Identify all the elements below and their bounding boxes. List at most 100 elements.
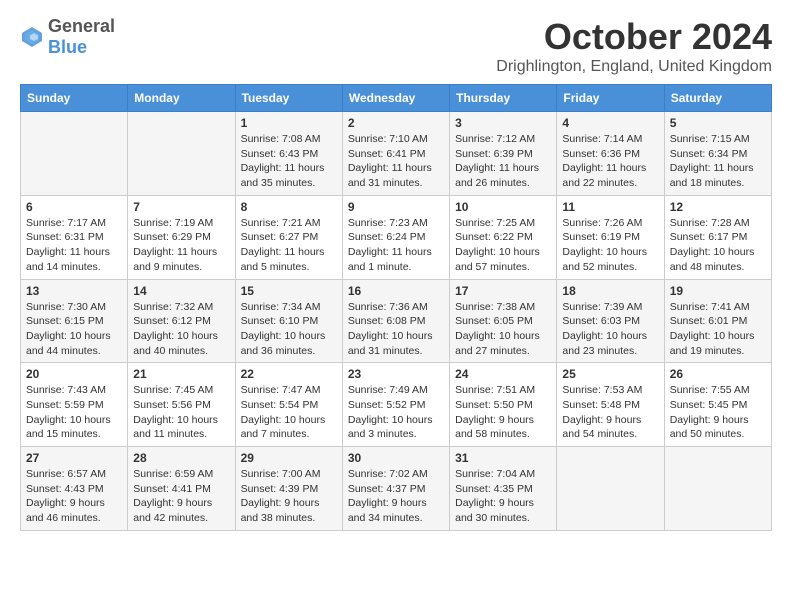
cell-content: Sunrise: 7:47 AM Sunset: 5:54 PM Dayligh… [241,383,337,442]
title-area: October 2024 Drighlington, England, Unit… [496,16,772,76]
cell-content: Sunrise: 7:00 AM Sunset: 4:39 PM Dayligh… [241,467,337,526]
cell-content: Sunrise: 7:26 AM Sunset: 6:19 PM Dayligh… [562,216,658,275]
day-number: 14 [133,284,229,298]
logo-blue-text: Blue [48,37,87,57]
calendar-week-3: 13 Sunrise: 7:30 AM Sunset: 6:15 PM Dayli… [21,279,772,363]
calendar-cell: 13 Sunrise: 7:30 AM Sunset: 6:15 PM Dayli… [21,279,128,363]
day-number: 29 [241,451,337,465]
cell-content: Sunrise: 7:51 AM Sunset: 5:50 PM Dayligh… [455,383,551,442]
calendar-cell: 14 Sunrise: 7:32 AM Sunset: 6:12 PM Dayli… [128,279,235,363]
cell-content: Sunrise: 7:12 AM Sunset: 6:39 PM Dayligh… [455,132,551,191]
logo-general-text: General [48,16,115,36]
location-title: Drighlington, England, United Kingdom [496,58,772,76]
day-number: 20 [26,367,122,381]
day-number: 19 [670,284,766,298]
calendar-week-2: 6 Sunrise: 7:17 AM Sunset: 6:31 PM Daylig… [21,195,772,279]
cell-content: Sunrise: 7:14 AM Sunset: 6:36 PM Dayligh… [562,132,658,191]
cell-content: Sunrise: 7:28 AM Sunset: 6:17 PM Dayligh… [670,216,766,275]
cell-content: Sunrise: 7:39 AM Sunset: 6:03 PM Dayligh… [562,300,658,359]
calendar-table: SundayMondayTuesdayWednesdayThursdayFrid… [20,84,772,531]
day-number: 12 [670,200,766,214]
day-number: 10 [455,200,551,214]
day-number: 2 [348,116,444,130]
calendar-cell: 11 Sunrise: 7:26 AM Sunset: 6:19 PM Dayli… [557,195,664,279]
day-number: 6 [26,200,122,214]
day-number: 7 [133,200,229,214]
calendar-cell: 17 Sunrise: 7:38 AM Sunset: 6:05 PM Dayli… [450,279,557,363]
cell-content: Sunrise: 7:53 AM Sunset: 5:48 PM Dayligh… [562,383,658,442]
page-header: General Blue October 2024 Drighlington, … [20,16,772,76]
cell-content: Sunrise: 7:17 AM Sunset: 6:31 PM Dayligh… [26,216,122,275]
calendar-cell [128,112,235,196]
calendar-cell: 27 Sunrise: 6:57 AM Sunset: 4:43 PM Dayli… [21,447,128,531]
day-number: 24 [455,367,551,381]
day-header-wednesday: Wednesday [342,85,449,112]
day-number: 1 [241,116,337,130]
calendar-cell: 24 Sunrise: 7:51 AM Sunset: 5:50 PM Dayli… [450,363,557,447]
cell-content: Sunrise: 7:32 AM Sunset: 6:12 PM Dayligh… [133,300,229,359]
calendar-cell: 6 Sunrise: 7:17 AM Sunset: 6:31 PM Daylig… [21,195,128,279]
cell-content: Sunrise: 7:30 AM Sunset: 6:15 PM Dayligh… [26,300,122,359]
cell-content: Sunrise: 7:19 AM Sunset: 6:29 PM Dayligh… [133,216,229,275]
day-number: 13 [26,284,122,298]
calendar-cell: 23Sunrise: 7:49 AM Sunset: 5:52 PM Dayli… [342,363,449,447]
day-number: 26 [670,367,766,381]
cell-content: Sunrise: 6:57 AM Sunset: 4:43 PM Dayligh… [26,467,122,526]
calendar-cell: 2 Sunrise: 7:10 AM Sunset: 6:41 PM Daylig… [342,112,449,196]
cell-content: Sunrise: 7:08 AM Sunset: 6:43 PM Dayligh… [241,132,337,191]
calendar-cell: 25 Sunrise: 7:53 AM Sunset: 5:48 PM Dayli… [557,363,664,447]
cell-content: Sunrise: 7:45 AM Sunset: 5:56 PM Dayligh… [133,383,229,442]
day-number: 27 [26,451,122,465]
calendar-cell: 31Sunrise: 7:04 AM Sunset: 4:35 PM Dayli… [450,447,557,531]
calendar-cell: 15Sunrise: 7:34 AM Sunset: 6:10 PM Dayli… [235,279,342,363]
calendar-cell: 19 Sunrise: 7:41 AM Sunset: 6:01 PM Dayli… [664,279,771,363]
day-header-tuesday: Tuesday [235,85,342,112]
calendar-cell [664,447,771,531]
cell-content: Sunrise: 7:10 AM Sunset: 6:41 PM Dayligh… [348,132,444,191]
cell-content: Sunrise: 7:21 AM Sunset: 6:27 PM Dayligh… [241,216,337,275]
day-number: 16 [348,284,444,298]
calendar-cell: 22 Sunrise: 7:47 AM Sunset: 5:54 PM Dayli… [235,363,342,447]
cell-content: Sunrise: 7:25 AM Sunset: 6:22 PM Dayligh… [455,216,551,275]
calendar-header-row: SundayMondayTuesdayWednesdayThursdayFrid… [21,85,772,112]
day-number: 23 [348,367,444,381]
day-number: 4 [562,116,658,130]
calendar-cell: 5Sunrise: 7:15 AM Sunset: 6:34 PM Daylig… [664,112,771,196]
day-number: 28 [133,451,229,465]
day-header-thursday: Thursday [450,85,557,112]
day-number: 22 [241,367,337,381]
calendar-cell: 9Sunrise: 7:23 AM Sunset: 6:24 PM Daylig… [342,195,449,279]
calendar-cell: 7 Sunrise: 7:19 AM Sunset: 6:29 PM Daylig… [128,195,235,279]
logo-icon [20,25,44,49]
day-number: 18 [562,284,658,298]
cell-content: Sunrise: 6:59 AM Sunset: 4:41 PM Dayligh… [133,467,229,526]
cell-content: Sunrise: 7:38 AM Sunset: 6:05 PM Dayligh… [455,300,551,359]
cell-content: Sunrise: 7:43 AM Sunset: 5:59 PM Dayligh… [26,383,122,442]
day-number: 3 [455,116,551,130]
calendar-cell [21,112,128,196]
calendar-week-5: 27 Sunrise: 6:57 AM Sunset: 4:43 PM Dayli… [21,447,772,531]
calendar-cell: 20 Sunrise: 7:43 AM Sunset: 5:59 PM Dayli… [21,363,128,447]
cell-content: Sunrise: 7:36 AM Sunset: 6:08 PM Dayligh… [348,300,444,359]
day-header-monday: Monday [128,85,235,112]
day-number: 11 [562,200,658,214]
cell-content: Sunrise: 7:41 AM Sunset: 6:01 PM Dayligh… [670,300,766,359]
month-title: October 2024 [496,16,772,58]
day-number: 25 [562,367,658,381]
calendar-cell: 29 Sunrise: 7:00 AM Sunset: 4:39 PM Dayli… [235,447,342,531]
day-number: 17 [455,284,551,298]
calendar-cell [557,447,664,531]
calendar-cell: 3 Sunrise: 7:12 AM Sunset: 6:39 PM Daylig… [450,112,557,196]
cell-content: Sunrise: 7:23 AM Sunset: 6:24 PM Dayligh… [348,216,444,275]
day-number: 8 [241,200,337,214]
calendar-cell: 4 Sunrise: 7:14 AM Sunset: 6:36 PM Daylig… [557,112,664,196]
day-number: 15 [241,284,337,298]
calendar-cell: 8 Sunrise: 7:21 AM Sunset: 6:27 PM Daylig… [235,195,342,279]
day-number: 30 [348,451,444,465]
cell-content: Sunrise: 7:04 AM Sunset: 4:35 PM Dayligh… [455,467,551,526]
calendar-cell: 26 Sunrise: 7:55 AM Sunset: 5:45 PM Dayli… [664,363,771,447]
calendar-cell: 18 Sunrise: 7:39 AM Sunset: 6:03 PM Dayli… [557,279,664,363]
calendar-cell: 1 Sunrise: 7:08 AM Sunset: 6:43 PM Daylig… [235,112,342,196]
cell-content: Sunrise: 7:55 AM Sunset: 5:45 PM Dayligh… [670,383,766,442]
day-number: 5 [670,116,766,130]
